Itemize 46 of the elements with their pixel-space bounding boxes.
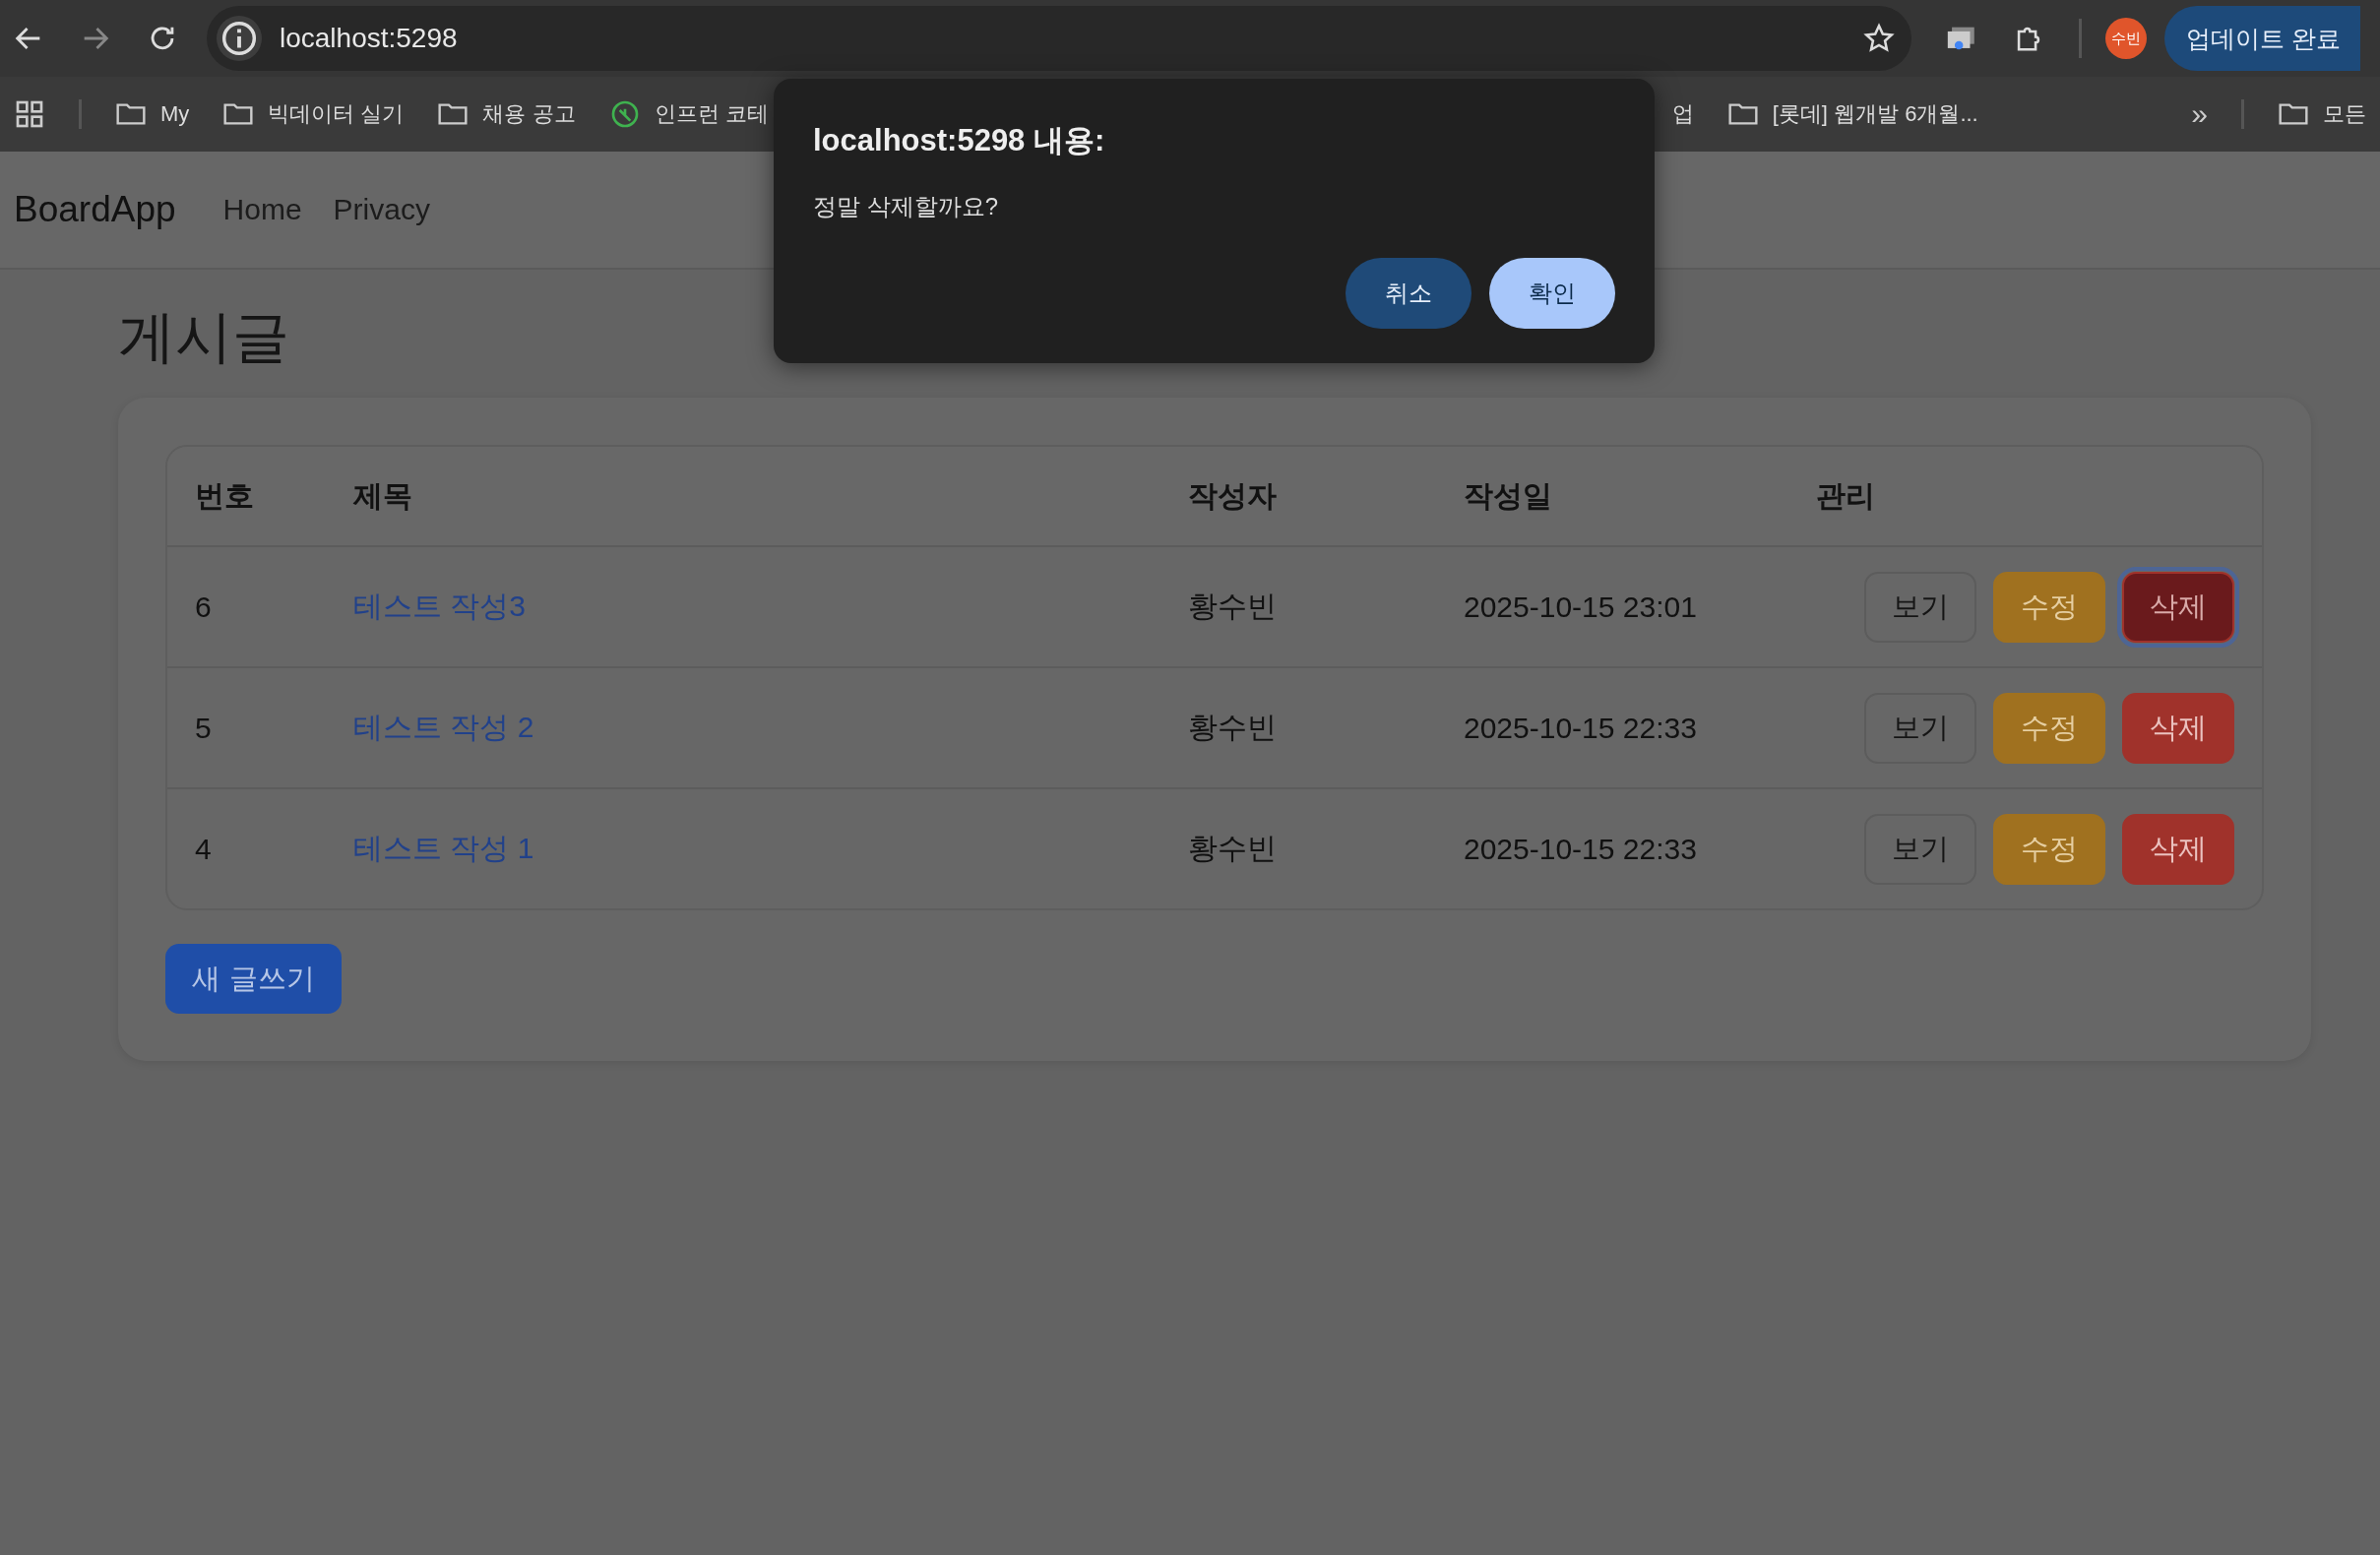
dialog-message: 정말 삭제할까요?: [813, 192, 999, 221]
new-post-button[interactable]: 새 글쓰기: [165, 944, 342, 1014]
apps-icon[interactable]: [14, 98, 45, 130]
bookmark[interactable]: 업: [1671, 99, 1694, 129]
table-cell-text: 4: [194, 832, 213, 866]
nav-link[interactable]: Privacy: [333, 193, 430, 226]
bookmark-folder[interactable]: 모든: [2278, 98, 2366, 130]
more-bookmarks-button[interactable]: »: [2191, 97, 2208, 131]
column-header: 작성일: [1463, 477, 1553, 514]
page-title: 게시글: [118, 303, 289, 370]
dialog-title: localhost:5298 내용:: [813, 122, 1106, 159]
view-button[interactable]: 보기: [1864, 813, 1976, 885]
edit-button[interactable]: 수정: [1993, 813, 2105, 885]
delete-button[interactable]: 삭제: [2122, 813, 2234, 885]
bookmark-folder[interactable]: 채용 공고: [437, 98, 576, 130]
edit-button[interactable]: 수정: [1993, 571, 2105, 643]
table-cell-text: 2025-10-15 22:33: [1463, 711, 1698, 745]
cancel-button[interactable]: 취소: [1346, 258, 1472, 329]
table-cell-text: 6: [194, 590, 213, 624]
table-cell-text: 황수빈: [1187, 710, 1278, 745]
table-cell-text: 5: [194, 711, 213, 745]
column-header: 관리: [1815, 477, 1876, 514]
star-icon[interactable]: [1862, 22, 1896, 55]
delete-button[interactable]: 삭제: [2122, 692, 2234, 764]
nav-link[interactable]: Home: [222, 193, 302, 226]
bookmark-folder[interactable]: 빅데이터 실기: [222, 98, 405, 130]
address-bar[interactable]: localhost:5298: [207, 6, 1911, 71]
column-header: 작성자: [1187, 477, 1278, 514]
bookmark-folder[interactable]: My: [115, 98, 190, 130]
table-cell-text: 황수빈: [1187, 831, 1278, 866]
update-button[interactable]: 업데이트 완료: [2164, 6, 2360, 71]
column-header: 번호: [194, 477, 255, 514]
edit-button[interactable]: 수정: [1993, 692, 2105, 764]
info-icon[interactable]: [217, 16, 262, 61]
address-text: localhost:5298: [280, 23, 459, 54]
confirm-button[interactable]: 확인: [1489, 258, 1615, 329]
view-button[interactable]: 보기: [1864, 692, 1976, 764]
bookmark[interactable]: 인프런 코테: [608, 98, 769, 130]
view-button[interactable]: 보기: [1864, 571, 1976, 643]
table-cell-text: 황수빈: [1187, 589, 1278, 624]
column-header: 제목: [352, 477, 413, 514]
table-cell-text: 2025-10-15 22:33: [1463, 832, 1698, 866]
bookmark-folder[interactable]: [롯데] 웹개발 6개월...: [1726, 98, 1978, 130]
brand-link[interactable]: BoardApp: [14, 189, 176, 230]
profile-avatar[interactable]: 수빈: [2105, 18, 2147, 59]
table-cell-text: 2025-10-15 23:01: [1463, 590, 1698, 624]
